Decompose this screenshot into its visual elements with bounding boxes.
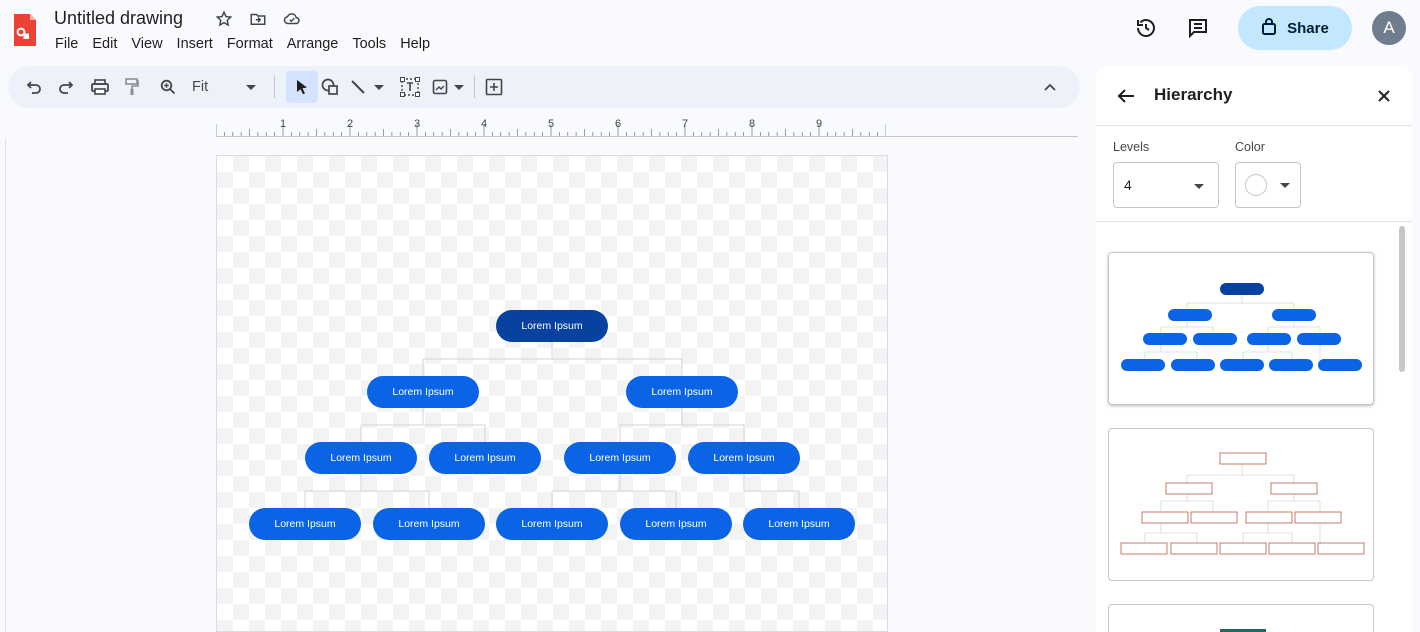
style-thumbnail-filled[interactable] xyxy=(1108,252,1374,405)
collapse-icon[interactable] xyxy=(1040,76,1060,98)
ruler-number: 2 xyxy=(347,118,354,130)
menu-format[interactable]: Format xyxy=(220,36,280,52)
panel-title: Hierarchy xyxy=(1154,85,1233,104)
drawing-page[interactable]: Lorem Ipsum Lorem Ipsum Lorem Ipsum Lore… xyxy=(216,155,888,632)
document-title[interactable]: Untitled drawing xyxy=(54,8,183,29)
ruler-number: 8 xyxy=(749,118,756,130)
chevron-down-icon xyxy=(374,84,384,90)
horizontal-ruler: 1 2 3 4 5 6 7 8 9 xyxy=(216,116,886,138)
hierarchy-panel: Hierarchy Levels 4 Color xyxy=(1096,66,1412,632)
zoom-select[interactable]: Fit xyxy=(192,76,262,98)
zoom-icon[interactable] xyxy=(158,76,178,98)
hierarchy-node[interactable]: Lorem Ipsum xyxy=(620,508,732,540)
ruler-number: 1 xyxy=(280,118,287,130)
color-label: Color xyxy=(1235,140,1265,154)
move-folder-icon[interactable] xyxy=(248,9,268,29)
close-icon[interactable] xyxy=(1372,84,1396,108)
menu-file[interactable]: File xyxy=(48,36,85,52)
image-tool[interactable] xyxy=(432,76,468,98)
chevron-down-icon xyxy=(1194,184,1204,189)
zoom-value: Fit xyxy=(192,79,209,95)
cloud-saved-icon[interactable] xyxy=(282,9,302,29)
menu-help[interactable]: Help xyxy=(393,36,437,52)
hierarchy-node[interactable]: Lorem Ipsum xyxy=(429,442,541,474)
menu-edit[interactable]: Edit xyxy=(85,36,124,52)
hierarchy-node[interactable]: Lorem Ipsum xyxy=(688,442,800,474)
style-thumbnail-outline[interactable] xyxy=(1108,428,1374,581)
select-icon[interactable] xyxy=(292,76,312,98)
chevron-down-icon xyxy=(454,84,464,90)
menu-insert[interactable]: Insert xyxy=(170,36,220,52)
paint-format-icon[interactable] xyxy=(122,76,142,98)
image-icon xyxy=(432,79,448,95)
menu-bar: File Edit View Insert Format Arrange Too… xyxy=(48,36,437,52)
version-history-icon[interactable] xyxy=(1126,8,1166,48)
chevron-down-icon xyxy=(246,84,257,90)
ruler-number: 6 xyxy=(615,118,622,130)
share-button[interactable]: Share xyxy=(1238,6,1352,50)
hierarchy-node[interactable]: Lorem Ipsum xyxy=(496,508,608,540)
share-label: Share xyxy=(1287,19,1329,37)
print-icon[interactable] xyxy=(90,76,110,98)
line-tool[interactable] xyxy=(350,76,388,98)
hierarchy-node[interactable]: Lorem Ipsum xyxy=(305,442,417,474)
menu-arrange[interactable]: Arrange xyxy=(280,36,346,52)
panel-scrollbar[interactable] xyxy=(1399,226,1405,372)
hierarchy-node[interactable]: Lorem Ipsum xyxy=(373,508,485,540)
hierarchy-node[interactable]: Lorem Ipsum xyxy=(249,508,361,540)
text-box-icon[interactable] xyxy=(400,76,420,98)
hierarchy-node-root[interactable]: Lorem Ipsum xyxy=(496,310,608,342)
drawings-logo-icon[interactable] xyxy=(12,12,38,48)
line-icon xyxy=(351,80,365,94)
levels-select[interactable]: 4 xyxy=(1113,162,1219,208)
menu-tools[interactable]: Tools xyxy=(345,36,393,52)
new-slide-icon[interactable] xyxy=(484,76,504,98)
redo-icon[interactable] xyxy=(56,76,76,98)
chevron-down-icon xyxy=(1280,183,1290,188)
ruler-number: 9 xyxy=(816,118,823,130)
vertical-ruler xyxy=(0,138,6,632)
arrow-back-icon[interactable] xyxy=(1114,84,1138,108)
avatar[interactable]: A xyxy=(1372,11,1406,45)
undo-icon[interactable] xyxy=(24,76,44,98)
color-select[interactable] xyxy=(1235,162,1301,208)
menu-view[interactable]: View xyxy=(124,36,169,52)
hierarchy-node[interactable]: Lorem Ipsum xyxy=(367,376,479,408)
star-icon[interactable] xyxy=(214,9,234,29)
hierarchy-node[interactable]: Lorem Ipsum xyxy=(564,442,676,474)
connector-lines xyxy=(304,342,800,508)
comments-icon[interactable] xyxy=(1178,8,1218,48)
color-swatch xyxy=(1245,174,1267,196)
hierarchy-node[interactable]: Lorem Ipsum xyxy=(743,508,855,540)
ruler-number: 5 xyxy=(548,118,555,130)
shape-icon[interactable] xyxy=(320,76,340,98)
hierarchy-node[interactable]: Lorem Ipsum xyxy=(626,376,738,408)
ruler-number: 3 xyxy=(414,118,421,130)
ruler-number: 7 xyxy=(682,118,689,130)
toolbar: Fit xyxy=(8,66,1080,108)
levels-value: 4 xyxy=(1124,177,1132,193)
levels-label: Levels xyxy=(1113,140,1150,154)
ruler-number: 4 xyxy=(481,118,488,130)
lock-icon xyxy=(1261,17,1277,39)
style-thumbnail-teal[interactable] xyxy=(1108,604,1374,632)
